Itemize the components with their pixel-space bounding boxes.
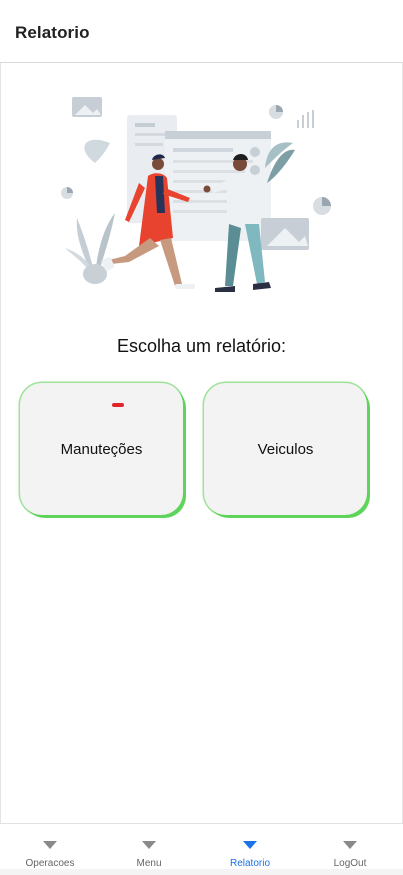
report-discussion-illustration [61,97,331,292]
card-label-vehicles: Veiculos [257,441,314,458]
nav-label: Relatorio [229,858,271,869]
page-title: Relatorio [15,23,90,42]
nav-label: Operacoes [25,858,75,869]
nav-item-menu[interactable]: Menu [99,824,199,875]
report-prompt: Escolha um relatório: [116,336,287,356]
nav-item-operacoes[interactable]: Operacoes [0,824,100,875]
nav-item-logout[interactable]: LogOut [300,824,400,875]
triangle-down-icon [43,841,57,849]
triangle-down-icon [243,841,257,849]
bottom-edge [0,869,403,875]
notification-badge [112,403,124,407]
nav-label: Menu [136,858,162,869]
vehicles-report-card[interactable]: Veiculos [204,383,367,515]
app-header: Relatorio [0,0,403,63]
card-label-maintenance: Manuteções [60,441,143,458]
nav-label: LogOut [333,858,367,869]
bottom-navigation: Operacoes Menu Relatorio LogOut [0,823,403,875]
triangle-down-icon [142,841,156,849]
maintenance-report-card[interactable]: Manuteções [20,383,183,515]
triangle-down-icon [343,841,357,849]
nav-item-relatorio[interactable]: Relatorio [200,824,300,875]
